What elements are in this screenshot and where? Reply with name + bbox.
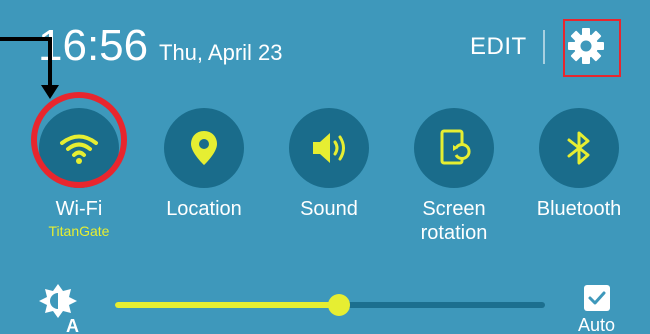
tile-sound[interactable]: Sound (264, 108, 394, 221)
annotation-arrow-line-horizontal (0, 37, 52, 41)
screen-rotation-label-line2: rotation (420, 222, 488, 244)
brightness-icon: A (36, 282, 88, 334)
tile-location[interactable]: Location (139, 108, 269, 221)
wifi-label: Wi-Fi (55, 198, 103, 220)
annotation-arrow-line-vertical (48, 37, 52, 87)
screen-rotation-label-line1: Screen (422, 198, 486, 220)
quick-settings-panel: 16:56 Thu, April 23 EDIT Wi-Fi TitanGate… (0, 0, 650, 334)
screen-rotation-label: Screen rotation (389, 197, 519, 245)
location-pin-icon (191, 131, 217, 165)
tile-bluetooth[interactable]: Bluetooth (514, 108, 644, 221)
wifi-highlight-circle (31, 92, 127, 188)
annotation-arrow-head (41, 85, 59, 99)
screen-rotation-toggle[interactable] (414, 108, 494, 188)
checkmark-icon (588, 291, 606, 305)
brightness-slider-fill (115, 302, 339, 308)
auto-brightness-label: Auto (578, 315, 616, 334)
bluetooth-label: Bluetooth (536, 198, 622, 220)
header-divider (543, 30, 545, 64)
clock: 16:56 (38, 21, 149, 70)
screen-rotation-icon (440, 129, 471, 165)
auto-brightness-checkbox[interactable] (584, 285, 610, 311)
sound-toggle[interactable] (289, 108, 369, 188)
settings-highlight-box (563, 19, 621, 77)
location-toggle[interactable] (164, 108, 244, 188)
location-label: Location (166, 198, 242, 220)
wifi-network-name: TitanGate (48, 223, 110, 239)
tile-screen-rotation[interactable]: Screen rotation (389, 108, 519, 245)
bluetooth-icon (567, 131, 590, 165)
sound-label: Sound (300, 198, 358, 220)
brightness-slider[interactable] (115, 294, 545, 316)
date: Thu, April 23 (159, 40, 283, 65)
edit-button[interactable]: EDIT (470, 30, 527, 64)
svg-text:A: A (66, 316, 79, 334)
speaker-icon (313, 133, 345, 163)
bluetooth-toggle[interactable] (539, 108, 619, 188)
brightness-slider-thumb[interactable] (327, 294, 350, 316)
